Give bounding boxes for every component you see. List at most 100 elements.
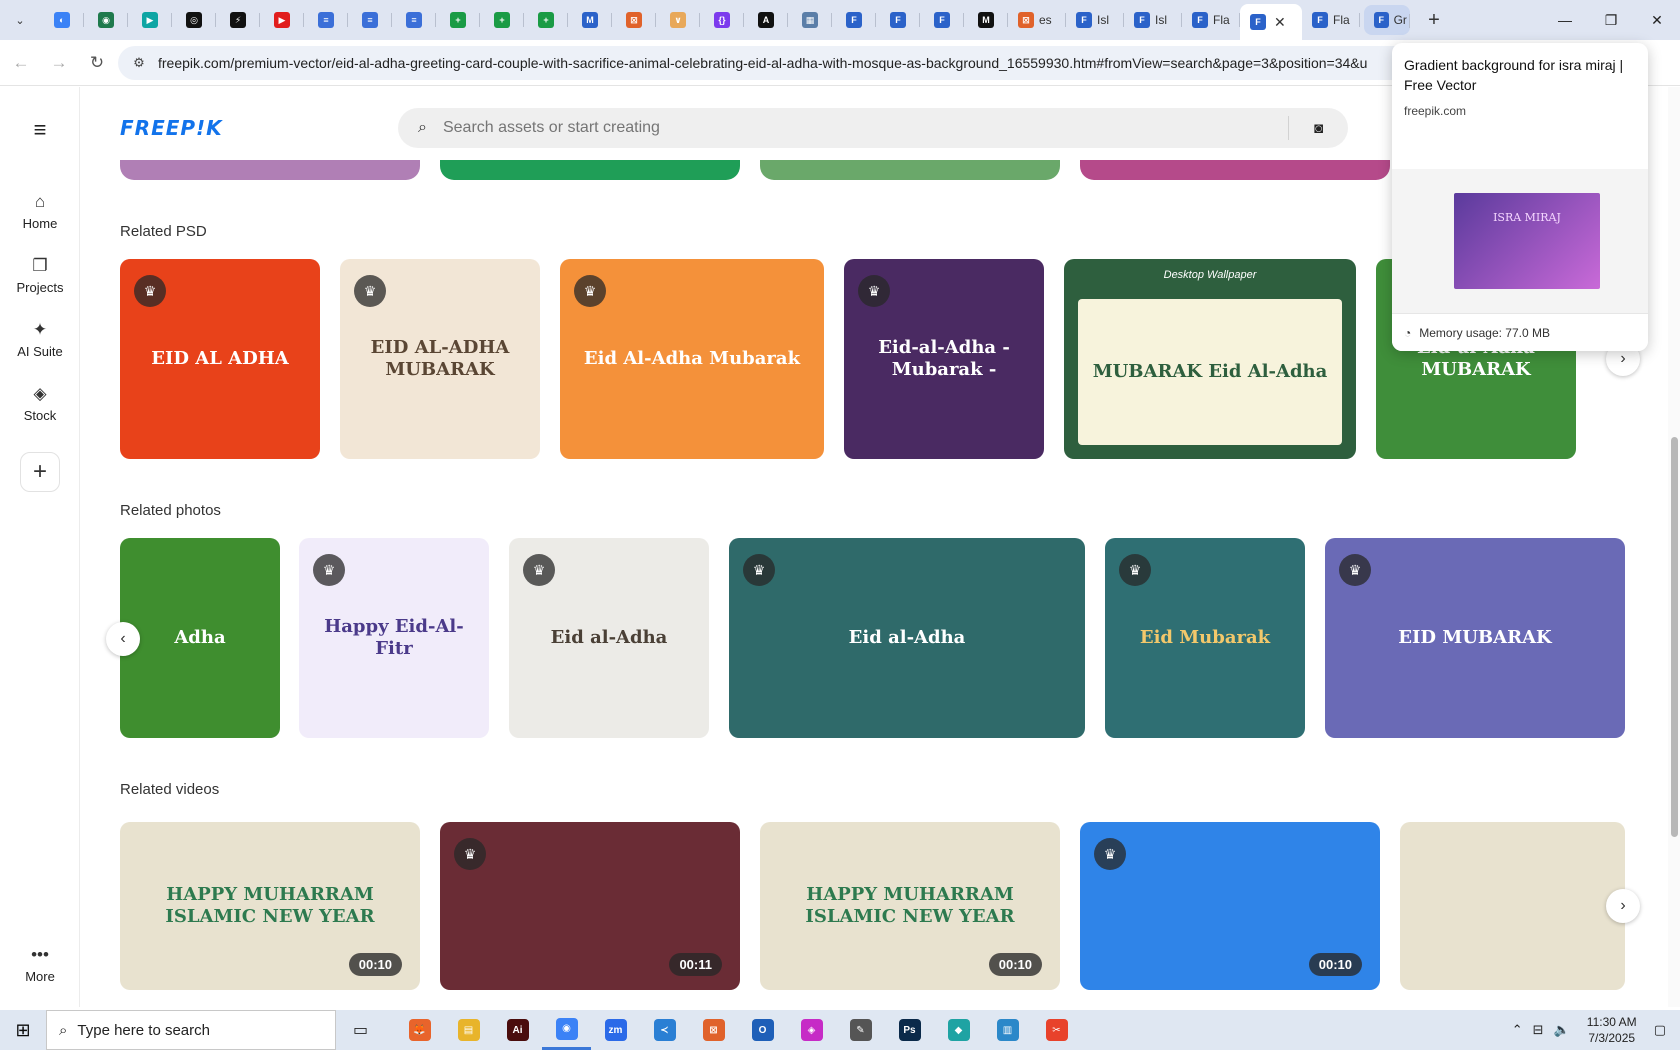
minimize-button[interactable]: — — [1542, 0, 1588, 40]
taskbar-app[interactable]: ▤ — [444, 1010, 493, 1050]
sidebar-item-projects[interactable]: ❐ Projects — [0, 256, 80, 295]
taskbar-app[interactable]: ◆ — [934, 1010, 983, 1050]
task-view-icon: ▭ — [352, 1022, 369, 1039]
taskbar-app[interactable]: ◈ — [787, 1010, 836, 1050]
browser-tab[interactable]: ∨ — [656, 4, 700, 36]
browser-tab[interactable]: ▶ — [128, 4, 172, 36]
browser-tab[interactable]: ≡ — [304, 4, 348, 36]
browser-tab[interactable]: ≡ — [348, 4, 392, 36]
back-button[interactable]: ← — [4, 46, 38, 80]
browser-tab[interactable]: ⊠ es — [1008, 4, 1066, 36]
taskbar-app[interactable]: Ps — [885, 1010, 934, 1050]
video-card[interactable]: HAPPY MUHARRAM ISLAMIC NEW YEAR 00:10 — [120, 822, 420, 990]
browser-tab-active[interactable]: F ✕ — [1240, 4, 1302, 40]
forward-button[interactable]: → — [42, 46, 76, 80]
close-tab-icon[interactable]: ✕ — [1274, 14, 1286, 31]
browser-tab[interactable]: A — [744, 4, 788, 36]
page-scrollbar[interactable] — [1668, 87, 1680, 1007]
sidebar-item-ai-suite[interactable]: ✦ AI Suite — [0, 320, 80, 359]
browser-tab[interactable]: M — [568, 4, 612, 36]
video-card[interactable] — [1400, 822, 1625, 990]
url-text[interactable]: freepik.com/premium-vector/eid-al-adha-g… — [158, 55, 1367, 71]
freepik-logo[interactable]: FREEP!K — [120, 116, 223, 140]
browser-tab[interactable]: ◉ — [84, 4, 128, 36]
tab-search-button[interactable]: ⌄ — [6, 6, 34, 34]
close-window-button[interactable]: ✕ — [1634, 0, 1680, 40]
card-title: MUBARAK Eid Al-Adha — [1092, 361, 1328, 383]
photo-card[interactable]: Happy Eid-Al-Fitr ♛ — [299, 538, 489, 738]
psd-card[interactable]: Eid-al-Adha - Mubarak - ♛ — [844, 259, 1044, 459]
chevron-up-icon[interactable]: ⌃ — [1512, 1022, 1523, 1038]
site-settings-icon[interactable]: ⚙ — [126, 55, 152, 71]
video-card[interactable]: ♛ 00:10 — [1080, 822, 1380, 990]
taskbar-app[interactable]: ✂ — [1032, 1010, 1081, 1050]
browser-tab[interactable]: ▶ — [260, 4, 304, 36]
psd-card[interactable]: EID AL-ADHA MUBARAK ♛ — [340, 259, 540, 459]
photo-card[interactable]: Eid al-Adha ♛ — [729, 538, 1085, 738]
psd-card[interactable]: Eid Al-Adha Mubarak ♛ — [560, 259, 824, 459]
browser-tab[interactable]: ⊠ — [612, 4, 656, 36]
browser-tab[interactable]: + — [436, 4, 480, 36]
volume-icon[interactable]: 🔈 — [1554, 1022, 1570, 1038]
browser-tab[interactable]: ≡ — [392, 4, 436, 36]
scrollbar-thumb[interactable] — [1671, 437, 1678, 837]
new-tab-button[interactable]: + — [1420, 6, 1448, 34]
browser-tab[interactable]: F — [832, 4, 876, 36]
photo-card[interactable]: EID MUBARAK ♛ — [1325, 538, 1625, 738]
taskbar-app[interactable]: 🦊 — [395, 1010, 444, 1050]
partial-card[interactable] — [1080, 160, 1390, 180]
video-card[interactable]: HAPPY MUHARRAM ISLAMIC NEW YEAR 00:10 — [760, 822, 1060, 990]
taskbar-app[interactable]: ≺ — [640, 1010, 689, 1050]
photo-card[interactable]: Eid Mubarak ♛ — [1105, 538, 1305, 738]
browser-tab[interactable]: F — [876, 4, 920, 36]
taskbar-search[interactable]: ⌕ Type here to search — [46, 1010, 336, 1050]
browser-tab[interactable]: F Fla — [1182, 4, 1240, 36]
video-card[interactable]: ♛ 00:11 — [440, 822, 740, 990]
taskbar-app[interactable]: ✎ — [836, 1010, 885, 1050]
browser-tab[interactable]: F Isl — [1124, 4, 1182, 36]
start-button[interactable]: ⊞ — [0, 1010, 46, 1050]
partial-card[interactable] — [760, 160, 1060, 180]
carousel-prev-button[interactable]: ‹ — [106, 622, 140, 656]
browser-tab[interactable]: M — [964, 4, 1008, 36]
browser-tab[interactable]: ◎ — [172, 4, 216, 36]
add-button[interactable]: + — [20, 452, 60, 492]
reload-button[interactable]: ↻ — [80, 46, 114, 80]
psd-card[interactable]: Desktop Wallpaper MUBARAK Eid Al-Adha — [1064, 259, 1356, 459]
sidebar-item-stock[interactable]: ◈ Stock — [0, 384, 80, 423]
browser-tab[interactable]: + — [524, 4, 568, 36]
browser-tab[interactable]: F Fla — [1302, 4, 1360, 36]
camera-search-icon[interactable]: ◙ — [1288, 116, 1348, 140]
photo-card[interactable]: Adha — [120, 538, 280, 738]
psd-card[interactable]: EID AL ADHA ♛ — [120, 259, 320, 459]
hamburger-menu-icon[interactable]: ≡ — [28, 117, 52, 143]
browser-tab[interactable]: F Gr — [1364, 5, 1410, 35]
video-duration: 00:10 — [1308, 953, 1362, 976]
partial-card[interactable] — [120, 160, 420, 180]
browser-tab[interactable]: {} — [700, 4, 744, 36]
browser-tab[interactable]: F — [920, 4, 964, 36]
carousel-next-button[interactable]: › — [1606, 889, 1640, 923]
browser-tab[interactable]: ⚡ — [216, 4, 260, 36]
photo-card[interactable]: Eid al-Adha ♛ — [509, 538, 709, 738]
taskbar-app[interactable]: ⊠ — [689, 1010, 738, 1050]
browser-tab[interactable]: ▦ — [788, 4, 832, 36]
browser-tab[interactable]: F Isl — [1066, 4, 1124, 36]
sidebar-item-home[interactable]: ⌂ Home — [0, 192, 80, 231]
taskbar-app[interactable]: O — [738, 1010, 787, 1050]
browser-tab[interactable]: ◐ — [40, 4, 84, 36]
taskbar-app[interactable]: zm — [591, 1010, 640, 1050]
maximize-button[interactable]: ❐ — [1588, 0, 1634, 40]
notification-icon[interactable]: ▢ — [1654, 1022, 1666, 1038]
task-view-button[interactable]: ▭ — [336, 1010, 385, 1050]
sidebar-item-more[interactable]: ••• More — [0, 945, 80, 984]
search-input[interactable] — [442, 119, 1263, 137]
partial-card[interactable] — [440, 160, 740, 180]
browser-tab[interactable]: + — [480, 4, 524, 36]
taskbar-app[interactable]: Ai — [493, 1010, 542, 1050]
taskbar-app[interactable]: ▥ — [983, 1010, 1032, 1050]
clock[interactable]: 11:30 AM 7/3/2025 — [1580, 1014, 1644, 1046]
network-icon[interactable]: ⊟ — [1533, 1022, 1544, 1038]
taskbar-app[interactable]: ◉ — [542, 1010, 591, 1050]
address-bar[interactable]: ⚙ freepik.com/premium-vector/eid-al-adha… — [118, 46, 1468, 80]
